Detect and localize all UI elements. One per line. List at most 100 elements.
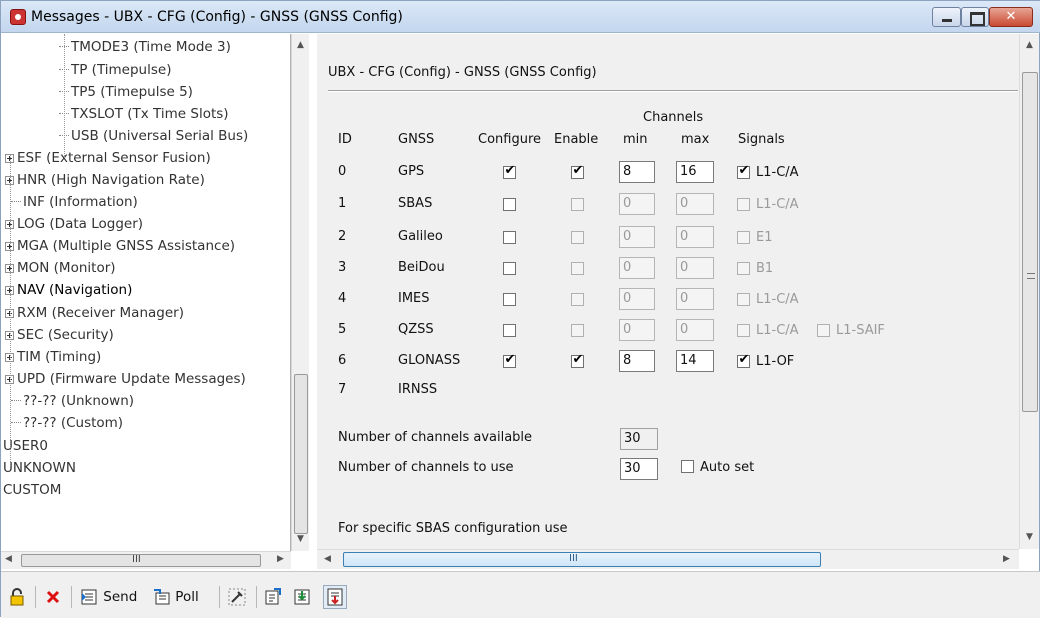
tree-item-label: TIM (Timing) [17, 349, 102, 365]
min-channels-field: 0 [619, 193, 655, 215]
lock-icon[interactable] [9, 586, 25, 608]
signal-checkbox [737, 293, 750, 306]
tree-item[interactable]: MON (Monitor) [5, 257, 116, 279]
tree-item-label: TMODE3 (Time Mode 3) [71, 39, 231, 55]
configure-checkbox[interactable]: ✔ [503, 352, 516, 368]
delete-icon[interactable] [45, 586, 61, 608]
row-gnss-name: QZSS [398, 322, 434, 337]
signal-label: L1-SAIF [836, 323, 885, 338]
tree-guide [64, 34, 65, 158]
autoscroll-toggle-icon[interactable] [323, 585, 347, 609]
configure-checkbox[interactable] [503, 198, 516, 211]
enable-checkbox[interactable]: ✔ [571, 352, 584, 368]
tree-scroll-thumb[interactable] [294, 374, 308, 534]
toolbar-separator [35, 586, 36, 608]
tree-hscroll-thumb[interactable]: III [21, 554, 261, 567]
scroll-grip-mark: III [132, 554, 141, 565]
pane-scroll-thumb[interactable] [1022, 72, 1038, 412]
scroll-left-icon[interactable]: ◀ [5, 554, 12, 564]
min-channels-field[interactable]: 8 [619, 350, 655, 372]
header-channels: Channels [643, 110, 704, 125]
signal-checkbox [737, 231, 750, 244]
enable-checkbox [571, 324, 584, 337]
min-channels-field[interactable]: 8 [619, 161, 655, 183]
close-button[interactable] [989, 7, 1033, 27]
scroll-right-icon[interactable]: ▶ [1003, 554, 1010, 564]
tree-item[interactable]: ??-?? (Custom) [5, 412, 123, 434]
minimize-button[interactable] [932, 7, 961, 27]
tree-item[interactable]: CUSTOM [3, 479, 61, 501]
row-gnss-name: GLONASS [398, 353, 461, 368]
row-id: 5 [338, 322, 347, 337]
pane-horizontal-scrollbar[interactable]: ◀ III ▶ [317, 549, 1019, 569]
scroll-down-icon[interactable]: ▼ [1026, 532, 1033, 542]
tree-connector [11, 400, 21, 401]
max-channels-field[interactable]: 14 [676, 350, 714, 372]
enable-checkbox [571, 262, 584, 275]
tree-item[interactable]: TXSLOT (Tx Time Slots) [59, 103, 229, 125]
row-gnss-name: Galileo [398, 229, 443, 244]
signal-label: L1-C/A [756, 165, 799, 180]
configure-checkbox[interactable]: ✔ [503, 163, 516, 179]
tree-item[interactable]: MGA (Multiple GNSS Assistance) [5, 235, 235, 257]
configure-checkbox[interactable] [503, 231, 516, 244]
row-gnss-name: GPS [398, 164, 425, 179]
tree-item[interactable]: TIM (Timing) [5, 346, 101, 368]
max-channels-field[interactable]: 16 [676, 161, 714, 183]
pane-hscroll-thumb[interactable]: III [343, 552, 821, 567]
enable-checkbox[interactable]: ✔ [571, 163, 584, 179]
tree-vertical-scrollbar[interactable]: ▲ ▼ [291, 34, 309, 551]
divider [328, 90, 1018, 92]
enable-checkbox [571, 198, 584, 211]
signal-checkbox [817, 324, 830, 337]
row-gnss-name: IMES [398, 291, 430, 306]
row-id: 0 [338, 164, 347, 179]
tree-item[interactable]: NAV (Navigation) [5, 279, 132, 301]
tree-item[interactable]: USB (Universal Serial Bus) [59, 125, 248, 147]
scroll-down-icon[interactable]: ▼ [297, 534, 304, 544]
row-id: 6 [338, 353, 347, 368]
tree-item[interactable]: LOG (Data Logger) [5, 213, 143, 235]
title-bar[interactable]: Messages - UBX - CFG (Config) - GNSS (GN… [1, 1, 1040, 33]
tree-item[interactable]: HNR (High Navigation Rate) [5, 169, 205, 191]
tree-item-label: NAV (Navigation) [17, 282, 133, 298]
poll-button[interactable]: Poll [153, 586, 199, 608]
config-tool-icon[interactable] [228, 586, 246, 608]
send-button[interactable]: Send [81, 586, 137, 608]
tree-item-label: UPD (Firmware Update Messages) [17, 371, 246, 387]
tree-item-label: MGA (Multiple GNSS Assistance) [17, 238, 236, 254]
sbas-note: For specific SBAS configuration use [338, 521, 568, 536]
tree-item[interactable]: TMODE3 (Time Mode 3) [59, 36, 231, 58]
max-channels-field: 0 [676, 193, 714, 215]
configure-checkbox[interactable] [503, 262, 516, 275]
configure-checkbox[interactable] [503, 293, 516, 306]
header-min: min [623, 132, 648, 147]
tree-item[interactable]: UNKNOWN [3, 457, 76, 479]
tree-item[interactable]: ESF (External Sensor Fusion) [5, 147, 211, 169]
tree-item[interactable]: TP5 (Timepulse 5) [59, 81, 193, 103]
message-tree[interactable]: TMODE3 (Time Mode 3) TP (Timepulse) TP5 (T… [1, 34, 291, 551]
signal-checkbox[interactable]: ✔ [737, 352, 750, 368]
tree-item-label: HNR (High Navigation Rate) [17, 172, 205, 188]
tree-item[interactable]: INF (Information) [5, 191, 138, 213]
signal-checkbox[interactable]: ✔ [737, 163, 750, 179]
tree-horizontal-scrollbar[interactable]: ◀ III ▶ [1, 551, 291, 569]
maximize-button[interactable] [961, 7, 989, 27]
tree-item[interactable]: TP (Timepulse) [59, 59, 171, 81]
channels-to-use-field[interactable]: 30 [620, 458, 658, 480]
configure-checkbox[interactable] [503, 324, 516, 337]
scroll-left-icon[interactable]: ◀ [324, 554, 331, 564]
pane-vertical-scrollbar[interactable]: ▲ ▼ [1019, 34, 1039, 549]
tree-item[interactable]: SEC (Security) [5, 324, 114, 346]
tree-item[interactable]: ??-?? (Unknown) [5, 390, 134, 412]
import-icon[interactable] [293, 586, 311, 608]
auto-set-checkbox[interactable] [681, 460, 694, 473]
scroll-up-icon[interactable]: ▲ [1026, 40, 1033, 50]
scroll-right-icon[interactable]: ▶ [277, 554, 284, 564]
row-id: 3 [338, 260, 347, 275]
export-icon[interactable] [264, 586, 282, 608]
tree-item[interactable]: RXM (Receiver Manager) [5, 302, 184, 324]
scroll-up-icon[interactable]: ▲ [297, 40, 304, 50]
header-enable: Enable [554, 132, 599, 147]
tree-item[interactable]: UPD (Firmware Update Messages) [5, 368, 246, 390]
